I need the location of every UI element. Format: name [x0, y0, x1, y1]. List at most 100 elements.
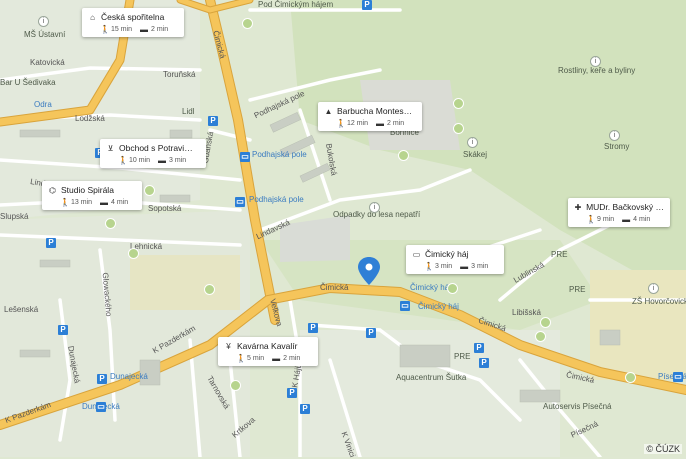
park-poi-icon[interactable]	[230, 380, 241, 391]
info-icon[interactable]: i	[590, 56, 601, 67]
transit-stop-label: Dunajecká	[110, 372, 148, 381]
parking-icon[interactable]: P	[308, 323, 318, 333]
parking-icon[interactable]: P	[474, 343, 484, 353]
car-icon: ▬	[272, 354, 281, 363]
place-label: Lidl	[182, 107, 195, 116]
info-icon[interactable]: i	[467, 137, 478, 148]
poi-card-title: Studio Spirála	[61, 185, 114, 195]
poi-card[interactable]: ▲ Barbucha Montes… 🚶 12 min ▬ 2 min	[318, 102, 422, 131]
parking-icon[interactable]: P	[366, 328, 376, 338]
street-label: Čimická	[320, 283, 349, 292]
poi-card[interactable]: ⌬ Studio Spirála 🚶 13 min ▬ 4 min	[42, 181, 142, 210]
parking-icon[interactable]: P	[58, 325, 68, 335]
walk-icon: 🚶	[236, 354, 246, 363]
transit-stop-label: Podhajská pole	[252, 150, 307, 159]
bus-stop-icon[interactable]: ▭	[240, 152, 250, 162]
copyright-notice: © ČÚZK	[644, 444, 682, 454]
poi-card-title: Čimický háj	[425, 249, 469, 259]
walk-icon: 🚶	[100, 25, 110, 34]
school-icon: ▲	[324, 106, 333, 116]
park-poi-icon[interactable]	[204, 284, 215, 295]
park-poi-icon[interactable]	[453, 123, 464, 134]
poi-card-title: Česká spořitelna	[101, 12, 165, 22]
bus-stop-icon[interactable]: ▭	[673, 372, 683, 382]
walk-time: 5 min	[247, 355, 265, 362]
park-poi-icon[interactable]	[144, 185, 155, 196]
drive-time: 2 min	[151, 26, 169, 33]
car-icon: ▬	[140, 25, 149, 34]
clinic-icon: ✚	[574, 202, 582, 212]
car-icon: ▬	[460, 262, 469, 271]
parking-icon[interactable]: P	[287, 388, 297, 398]
drive-time: 4 min	[633, 216, 651, 223]
park-poi-icon[interactable]	[447, 283, 458, 294]
poi-card[interactable]: ✚ MUDr. Bačkovský … 🚶 9 min ▬ 4 min	[568, 198, 670, 227]
street-label: Katovická	[30, 58, 65, 67]
park-poi-icon[interactable]	[128, 248, 139, 259]
place-label: Bar U Šedivaka	[0, 78, 56, 87]
drive-time: 3 min	[169, 157, 187, 164]
poi-card-title: MUDr. Bačkovský …	[586, 202, 664, 212]
walk-icon: 🚶	[118, 156, 128, 165]
place-label: ZŠ Hovorčovická	[632, 297, 686, 306]
drive-time: 4 min	[111, 199, 129, 206]
poi-card-title: Kavárna Kavalír	[237, 341, 298, 351]
poi-card[interactable]: ⌂ Česká spořitelna 🚶 15 min ▬ 2 min	[82, 8, 184, 37]
poi-card-title: Barbucha Montes…	[337, 106, 413, 116]
place-label: PRE	[454, 352, 471, 361]
park-poi-icon[interactable]	[540, 317, 551, 328]
poi-card-title: Obchod s Potravi…	[119, 143, 193, 153]
walk-icon: 🚶	[586, 215, 596, 224]
walk-time: 3 min	[435, 263, 453, 270]
studio-icon: ⌬	[49, 185, 56, 195]
car-icon: ▬	[158, 156, 167, 165]
walk-icon: 🚶	[424, 262, 434, 271]
street-label: Libišská	[512, 308, 541, 317]
place-label: PRE	[551, 250, 568, 259]
bus-icon: ▭	[412, 249, 421, 259]
park-poi-icon[interactable]	[105, 218, 116, 229]
car-icon: ▬	[100, 198, 109, 207]
park-poi-icon[interactable]	[453, 98, 464, 109]
walk-time: 15 min	[111, 26, 133, 33]
transit-stop-label: Čimický háj	[418, 302, 459, 311]
bank-icon: ⌂	[90, 12, 95, 22]
street-label: Toruňská	[163, 70, 196, 79]
place-label: Autoservis Písečná	[543, 402, 612, 411]
bus-stop-icon[interactable]: ▭	[235, 197, 245, 207]
bus-stop-icon[interactable]: ▭	[96, 402, 106, 412]
parking-icon[interactable]: P	[300, 404, 310, 414]
park-poi-icon[interactable]	[242, 18, 253, 29]
walk-time: 10 min	[129, 157, 151, 164]
walk-time: 12 min	[347, 120, 369, 127]
park-poi-icon[interactable]	[398, 150, 409, 161]
drive-time: 2 min	[387, 120, 405, 127]
info-icon[interactable]: i	[38, 16, 49, 27]
parking-icon[interactable]: P	[46, 238, 56, 248]
place-label: Odra	[34, 100, 52, 109]
info-icon[interactable]: i	[369, 202, 380, 213]
cart-icon: ⊻	[107, 143, 114, 153]
bus-stop-icon[interactable]: ▭	[400, 301, 410, 311]
drive-time: 3 min	[471, 263, 489, 270]
poi-card[interactable]: ¥ Kavárna Kavalír 🚶 5 min ▬ 2 min	[218, 337, 318, 366]
place-label: Skákej	[463, 150, 488, 159]
info-icon[interactable]: i	[609, 130, 620, 141]
street-label: Lešenská	[4, 305, 39, 314]
place-label: MŠ Ústavní	[24, 30, 66, 39]
parking-icon[interactable]: P	[362, 0, 372, 10]
walk-icon: 🚶	[336, 119, 346, 128]
poi-card[interactable]: ▭ Čimický háj 🚶 3 min ▬ 3 min	[406, 245, 504, 274]
parking-icon[interactable]: P	[97, 374, 107, 384]
transit-stop-label: Podhajská pole	[249, 195, 304, 204]
park-poi-icon[interactable]	[535, 331, 546, 342]
parking-icon[interactable]: P	[479, 358, 489, 368]
walk-time: 9 min	[597, 216, 615, 223]
transit-stop-label: Čimický háj	[410, 283, 451, 292]
park-poi-icon[interactable]	[625, 372, 636, 383]
info-icon[interactable]: i	[648, 283, 659, 294]
parking-icon[interactable]: P	[208, 116, 218, 126]
drive-time: 2 min	[283, 355, 301, 362]
poi-card[interactable]: ⊻ Obchod s Potravi… 🚶 10 min ▬ 3 min	[100, 139, 206, 168]
street-label: Slupská	[0, 212, 29, 221]
